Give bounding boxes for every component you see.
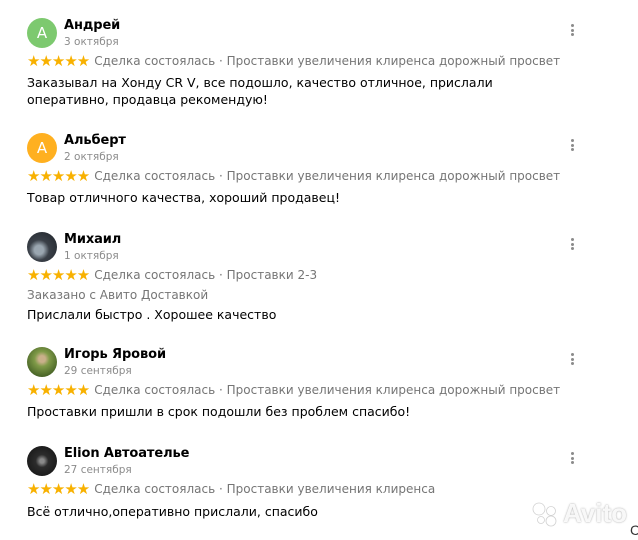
avatar[interactable]: [27, 232, 57, 262]
review-text: Заказывал на Хонду CR V, все подошло, ка…: [27, 75, 493, 107]
avito-logo-icon: [532, 502, 557, 526]
review-date: 2 октября: [64, 151, 119, 163]
avito-watermark: Avito: [531, 498, 627, 529]
star-icons: ★★★★★: [27, 479, 90, 498]
review-author[interactable]: Игорь Яровой: [64, 347, 166, 362]
more-options-icon[interactable]: [568, 238, 576, 252]
review-text: Прислали быстро . Хорошее качество: [27, 307, 277, 322]
review-meta: Сделка состоялась · Проставки увеличения…: [94, 383, 561, 397]
delivery-note: Заказано с Авито Доставкой: [27, 288, 209, 302]
review-rating-line: ★★★★★ Сделка состоялась · Проставки увел…: [27, 53, 560, 69]
star-icons: ★★★★★: [27, 380, 90, 399]
review-author[interactable]: Альберт: [64, 133, 126, 148]
rating-stars: ★★★★★: [27, 265, 90, 284]
avatar[interactable]: [27, 446, 57, 476]
review-meta: Сделка состоялась · Проставки увеличения…: [94, 169, 561, 183]
review-date: 3 октября: [64, 36, 119, 48]
star-icons: ★★★★★: [27, 265, 90, 284]
rating-stars: ★★★★★: [27, 51, 90, 70]
edge-glyph: C: [630, 522, 638, 538]
more-options-icon[interactable]: [568, 452, 576, 466]
review-author[interactable]: Михаил: [64, 232, 121, 247]
review-text: Проставки пришли в срок подошли без проб…: [27, 404, 411, 419]
review-meta: Сделка состоялась · Проставки увеличения…: [94, 482, 436, 496]
review-rating-line: ★★★★★ Сделка состоялась · Проставки 2-3: [27, 267, 317, 283]
review-card: Elion Автоателье 27 сентября ★★★★★ Сделк…: [0, 446, 600, 526]
review-card: Михаил 1 октября ★★★★★ Сделка состоялась…: [0, 232, 600, 332]
more-options-icon[interactable]: [568, 24, 576, 38]
review-rating-line: ★★★★★ Сделка состоялась · Проставки увел…: [27, 481, 435, 497]
more-options-icon[interactable]: [568, 353, 576, 367]
review-meta: Сделка состоялась · Проставки 2-3: [94, 268, 318, 282]
rating-stars: ★★★★★: [27, 479, 90, 498]
watermark-text: Avito: [563, 498, 628, 528]
rating-stars: ★★★★★: [27, 380, 90, 399]
review-card: Игорь Яровой 29 сентября ★★★★★ Сделка со…: [0, 347, 600, 427]
avatar[interactable]: А: [27, 133, 57, 163]
review-meta: Сделка состоялась · Проставки увеличения…: [94, 54, 561, 68]
review-date: 27 сентября: [64, 464, 132, 476]
review-rating-line: ★★★★★ Сделка состоялась · Проставки увел…: [27, 168, 560, 184]
review-author[interactable]: Андрей: [64, 18, 120, 33]
avatar[interactable]: [27, 347, 57, 377]
review-date: 1 октября: [64, 250, 119, 262]
avatar-letter: А: [36, 139, 48, 157]
avatar-letter: А: [36, 24, 48, 42]
star-icons: ★★★★★: [27, 166, 90, 185]
review-text: Всё отлично,оперативно прислали, спасибо: [27, 504, 318, 519]
star-icons: ★★★★★: [27, 51, 90, 70]
review-card: А Альберт 2 октября ★★★★★ Сделка состоял…: [0, 133, 600, 213]
more-options-icon[interactable]: [568, 139, 576, 153]
review-text: Товар отличного качества, хороший продав…: [27, 190, 340, 205]
avatar[interactable]: А: [27, 18, 57, 48]
rating-stars: ★★★★★: [27, 166, 90, 185]
review-date: 29 сентября: [64, 365, 132, 377]
review-rating-line: ★★★★★ Сделка состоялась · Проставки увел…: [27, 382, 560, 398]
review-card: А Андрей 3 октября ★★★★★ Сделка состояла…: [0, 18, 600, 118]
review-author[interactable]: Elion Автоателье: [64, 446, 189, 461]
